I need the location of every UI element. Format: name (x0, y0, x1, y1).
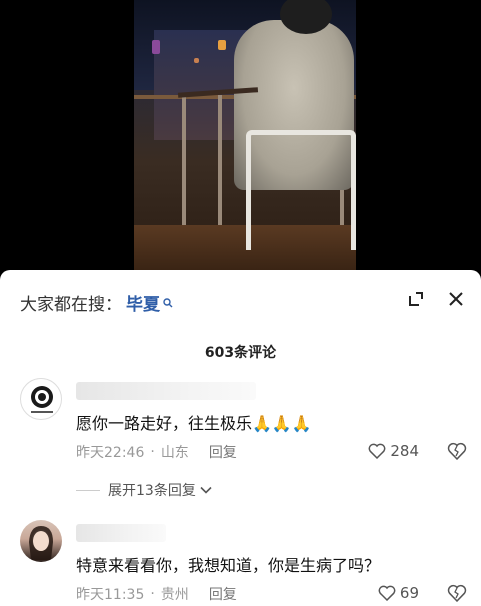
search-prefix: 大家都在搜： (20, 294, 122, 315)
meta-separator: · (150, 444, 155, 460)
video-area[interactable] (0, 0, 481, 270)
video-railing-post (218, 95, 222, 225)
comment-count: 603条评论 (204, 345, 277, 361)
reply-button[interactable]: 回复 (209, 584, 237, 604)
video-chair (246, 130, 356, 250)
comment-location: 贵州 (160, 587, 189, 603)
meta-separator: · (150, 586, 155, 602)
video-city-light (194, 58, 199, 63)
video-railing-post (182, 95, 186, 225)
avatar[interactable] (20, 520, 62, 562)
comment-text: 特意来看看你，我想知道，你是生病了吗？ (76, 556, 381, 575)
heart-icon (378, 585, 396, 601)
like-button[interactable]: 284 (368, 442, 419, 460)
expand-replies-label: 展开13条回复 (108, 483, 196, 499)
like-count: 69 (399, 584, 419, 602)
search-suggestion[interactable]: 大家都在搜： 毕夏 (20, 290, 173, 315)
comment-meta: 昨天22:46 · 山东 回复 (76, 442, 237, 462)
comment-meta: 昨天11:35 · 贵州 回复 (76, 584, 237, 604)
dislike-icon[interactable] (447, 584, 467, 604)
panel-actions (387, 288, 467, 310)
comment-time: 昨天11:35 (76, 587, 145, 603)
like-button[interactable]: 69 (378, 584, 419, 602)
expand-replies-button[interactable]: 展开13条回复 (76, 480, 212, 500)
heart-icon (368, 443, 386, 459)
reply-button[interactable]: 回复 (209, 442, 237, 462)
like-count: 284 (390, 442, 419, 460)
minimize-icon[interactable] (405, 288, 427, 310)
dislike-icon[interactable] (447, 442, 467, 462)
search-icon (163, 293, 173, 308)
comment-panel: 大家都在搜： 毕夏 603条评论 愿你一路走好，往生极乐🙏🙏🙏 昨天22:46 … (0, 270, 481, 606)
comment-time: 昨天22:46 (76, 445, 145, 461)
avatar[interactable] (20, 378, 62, 420)
search-keyword-link[interactable]: 毕夏 (126, 290, 160, 315)
expand-divider (76, 489, 100, 491)
video-city-light (152, 40, 160, 54)
username-blurred[interactable] (76, 382, 256, 400)
comment-text: 愿你一路走好，往生极乐🙏🙏🙏 (76, 414, 312, 433)
username-blurred[interactable] (76, 524, 166, 542)
chevron-down-icon (200, 486, 212, 494)
comment-location: 山东 (160, 445, 189, 461)
close-icon[interactable] (445, 288, 467, 310)
video-city-light (218, 40, 226, 50)
video-frame[interactable] (134, 0, 356, 270)
